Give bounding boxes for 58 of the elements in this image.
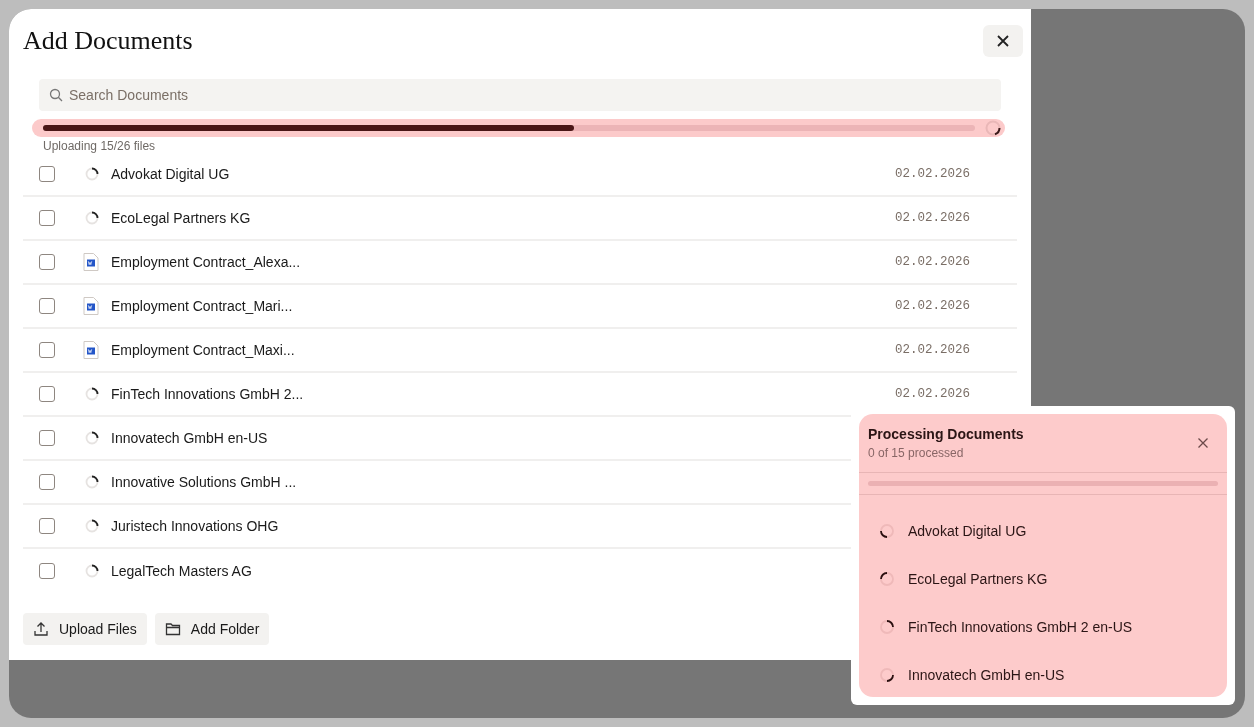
spinner-icon [879, 667, 895, 683]
upload-status: Uploading 15/26 files [43, 139, 157, 153]
add-folder-button[interactable]: Add Folder [154, 613, 270, 645]
checkbox[interactable] [39, 563, 55, 579]
word-document-icon [83, 252, 99, 272]
spinner-icon [85, 167, 99, 181]
spinner-icon [879, 619, 895, 635]
spinner-icon [85, 564, 99, 578]
document-name: Innovative Solutions GmbH ... [111, 474, 297, 490]
close-icon [1197, 437, 1209, 449]
document-name: Advokat Digital UG [111, 166, 230, 182]
document-name: EcoLegal Partners KG [111, 210, 251, 226]
word-document-icon [83, 296, 99, 316]
checkbox[interactable] [39, 386, 55, 402]
word-document-icon [83, 340, 99, 360]
search-field[interactable]: Search Documents [39, 79, 1001, 111]
document-name: FinTech Innovations GmbH 2... [111, 386, 304, 402]
checkbox[interactable] [39, 342, 55, 358]
spinner-icon [85, 519, 99, 533]
dialog-title: Add Documents [23, 26, 193, 56]
checkbox[interactable] [39, 430, 55, 446]
spinner-icon [879, 523, 895, 539]
folder-icon [164, 621, 181, 637]
document-date: 02.02.2026 [895, 167, 970, 181]
popup-subtitle: 0 of 15 processed [868, 446, 965, 460]
document-name: FinTech Innovations GmbH 2 en-US [908, 619, 1133, 635]
document-name: Innovatech GmbH en-US [908, 667, 1065, 683]
document-date: 02.02.2026 [895, 255, 970, 269]
checkbox[interactable] [39, 298, 55, 314]
spinner-icon [879, 571, 895, 587]
checkbox[interactable] [39, 166, 55, 182]
document-date: 02.02.2026 [895, 387, 970, 401]
search-icon [49, 88, 63, 102]
close-icon [996, 34, 1010, 48]
popup-title: Processing Documents [868, 426, 1024, 442]
document-name: LegalTech Masters AG [111, 563, 252, 579]
document-name: Juristech Innovations OHG [111, 518, 279, 534]
document-name: Employment Contract_Mari... [111, 298, 293, 314]
upload-icon [33, 621, 49, 637]
spinner-icon [85, 475, 99, 489]
document-name: Advokat Digital UG [908, 523, 1027, 539]
document-date: 02.02.2026 [895, 211, 970, 225]
checkbox[interactable] [39, 210, 55, 226]
close-button[interactable] [983, 25, 1023, 57]
document-date: 02.02.2026 [895, 343, 970, 357]
document-name: EcoLegal Partners KG [908, 571, 1048, 587]
spinner-icon [985, 120, 1001, 136]
spinner-icon [85, 387, 99, 401]
spinner-icon [85, 211, 99, 225]
document-name: Employment Contract_Maxi... [111, 342, 295, 358]
document-name: Employment Contract_Alexa... [111, 254, 301, 270]
checkbox[interactable] [39, 254, 55, 270]
upload-files-button[interactable]: Upload Files [23, 613, 147, 645]
spinner-icon [85, 431, 99, 445]
checkbox[interactable] [39, 474, 55, 490]
document-date: 02.02.2026 [895, 299, 970, 313]
checkbox[interactable] [39, 518, 55, 534]
document-name: Innovatech GmbH en-US [111, 430, 268, 446]
